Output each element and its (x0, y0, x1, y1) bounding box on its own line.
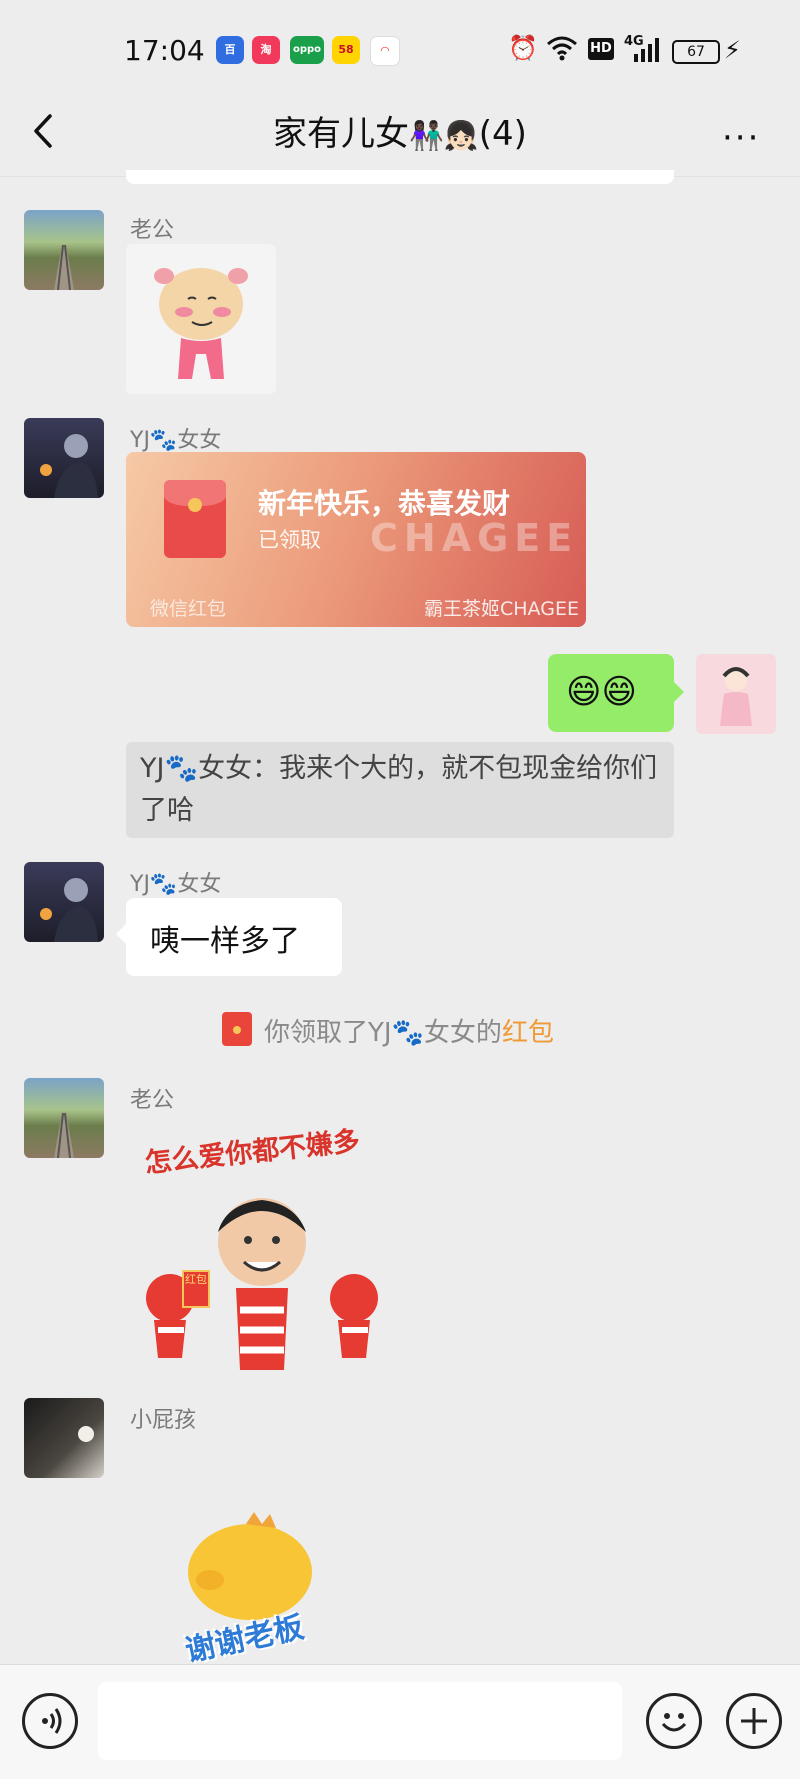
red-packet-card[interactable]: 新年快乐，恭喜发财 已领取 CHAGEE 微信红包 霸王茶姬CHAGEE (126, 452, 586, 627)
chat-title: 家有儿女👫🏿👧🏻(4) (0, 106, 800, 155)
avatar-yj[interactable] (24, 418, 104, 498)
avatar-husband[interactable] (24, 210, 104, 290)
status-bar: 17:04 百 淘 oppo 58 ◠ ⏰ HD 4G 67 ⚡ (0, 0, 800, 100)
previous-message-bubble[interactable] (126, 170, 674, 184)
sender-name: YJ🐾女女 (130, 872, 222, 897)
emoji-grin-icon: 😄😄 (566, 672, 637, 712)
text-message-bubble[interactable]: 咦一样多了 (116, 898, 342, 976)
sticker-red-packet-tag: 红包 (182, 1270, 210, 1308)
sender-name: 老公 (130, 1088, 175, 1113)
red-packet-brand-label: 霸王茶姬CHAGEE (424, 598, 579, 620)
voice-icon (42, 1708, 62, 1734)
quoted-message[interactable]: YJ🐾女女：我来个大的，就不包现金给你们了哈 (126, 742, 674, 838)
quoted-message-text: YJ🐾女女：我来个大的，就不包现金给你们了哈 (140, 753, 658, 826)
red-packet-status: 已领取 (258, 528, 321, 552)
chat-title-text: 家有儿女 (273, 114, 410, 154)
sticker-message[interactable]: 谢谢老板 (150, 1502, 370, 1669)
plus-icon (741, 1708, 767, 1734)
alarm-icon: ⏰ (508, 34, 538, 62)
baidu-app-icon: 百 (216, 36, 244, 64)
more-options-button[interactable]: ··· (722, 118, 760, 158)
my-message-bubble[interactable]: 😄😄 (548, 654, 684, 732)
app-icon: ◠ (370, 36, 400, 66)
wifi-icon (546, 36, 578, 66)
emoji-button[interactable] (646, 1693, 702, 1749)
red-packet-footer-label: 微信红包 (150, 598, 227, 620)
hd-icon: HD (588, 38, 614, 60)
message-text: 咦一样多了 (150, 924, 300, 959)
more-functions-button[interactable] (726, 1693, 782, 1749)
oppo-app-icon: oppo (290, 36, 324, 64)
signal-icon (632, 36, 662, 68)
sender-name: YJ🐾女女 (130, 428, 222, 453)
voice-input-button[interactable] (22, 1693, 78, 1749)
dancing-apples-sticker-icon (146, 1198, 378, 1370)
brand-watermark: CHAGEE (370, 516, 579, 560)
battery-icon: 67 (672, 40, 720, 64)
sticker-message[interactable] (126, 244, 276, 394)
pig-face-sticker-icon (154, 268, 248, 379)
member-count: (4) (478, 114, 527, 154)
avatar-kid[interactable] (24, 1398, 104, 1478)
avatar-husband[interactable] (24, 1078, 104, 1158)
sticker-message[interactable]: 怎么爱你都不嫌多 红包 (126, 1120, 396, 1380)
red-packet-link[interactable]: 红包 (502, 1018, 554, 1048)
charging-icon: ⚡ (724, 36, 741, 64)
red-packet-small-icon (222, 1012, 252, 1046)
smiley-icon (661, 1713, 687, 1732)
system-notice-text: 你领取了YJ🐾女女的 (264, 1018, 502, 1048)
sender-name: 老公 (130, 218, 175, 243)
message-input[interactable] (98, 1682, 622, 1760)
system-notice: 你领取了YJ🐾女女的红包 (222, 1012, 554, 1049)
status-time: 17:04 (124, 34, 205, 67)
title-emoji-icons: 👫🏿👧🏻 (409, 119, 479, 152)
58-app-icon: 58 (332, 36, 360, 64)
avatar-me[interactable] (696, 654, 776, 734)
red-packet-icon (164, 480, 226, 558)
shopping-app-icon: 淘 (252, 36, 280, 64)
sender-name: 小屁孩 (130, 1408, 197, 1433)
avatar-yj[interactable] (24, 862, 104, 942)
yellow-chick-sticker-icon (188, 1512, 312, 1620)
